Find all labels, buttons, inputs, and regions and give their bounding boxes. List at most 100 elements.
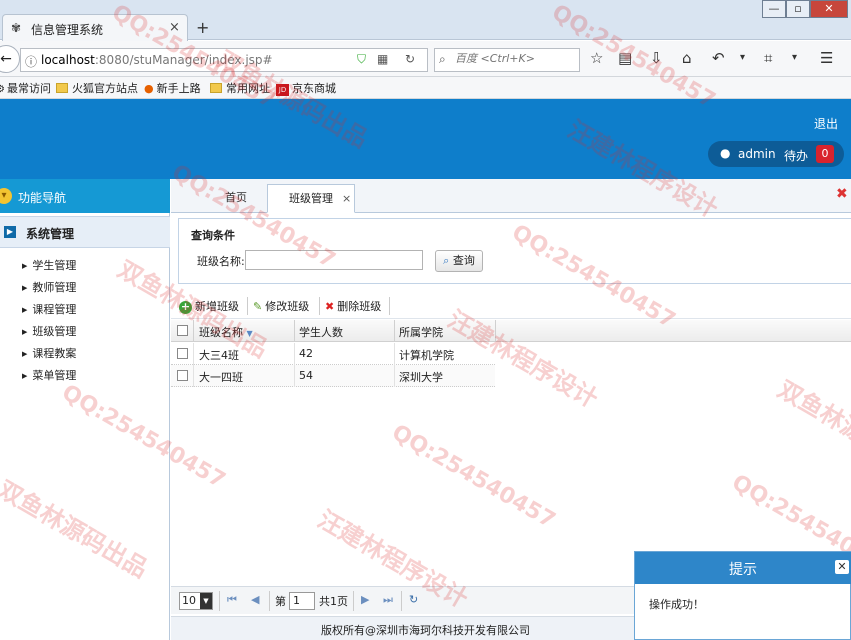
gear-icon: ⚙: [0, 84, 5, 95]
username: admin: [738, 147, 776, 161]
cell-college: 深圳大学: [399, 371, 443, 384]
folder-icon: [56, 83, 68, 93]
folder-icon: [210, 83, 222, 93]
undo-icon[interactable]: ↶: [712, 49, 725, 67]
qr-code-icon[interactable]: ▦: [377, 52, 388, 66]
triangle-icon: ▶: [22, 306, 28, 314]
dropdown-icon[interactable]: ▾: [740, 52, 745, 63]
column-divider: [294, 320, 295, 342]
browser-tab-title: 信息管理系统: [31, 23, 104, 37]
first-page-icon[interactable]: ⏮: [227, 593, 237, 607]
crop-icon[interactable]: ⌗: [764, 49, 772, 67]
edit-class-button[interactable]: ✎ 修改班级: [253, 298, 309, 314]
info-icon[interactable]: ⓘ: [25, 53, 37, 70]
grid-header: 班级名称 ▼ 学生人数 所属学院: [171, 320, 851, 342]
nav-item-students[interactable]: ▶ 学生管理: [22, 257, 76, 273]
nav-item-courses[interactable]: ▶ 课程管理: [22, 301, 76, 317]
jd-icon: JD: [276, 84, 289, 96]
column-header-class-name[interactable]: 班级名称 ▼: [199, 324, 253, 340]
bookmarks-bar: ⚙ 最常访问 火狐官方站点 ● 新手上路 常用网址 JD 京东商城: [0, 77, 851, 99]
chevron-down-icon: ▼: [200, 593, 212, 609]
close-icon[interactable]: ✕: [835, 560, 849, 574]
column-header-student-count[interactable]: 学生人数: [299, 324, 343, 340]
browser-titlebar: ✾ 信息管理系统 × + — ▫ ✕: [0, 0, 851, 41]
column-header-college[interactable]: 所属学院: [399, 324, 443, 340]
column-divider: [193, 343, 194, 365]
new-tab-button[interactable]: +: [196, 18, 209, 37]
table-row[interactable]: 大一四班 54 深圳大学: [171, 365, 495, 387]
table-row[interactable]: 大三4班 42 计算机学院: [171, 343, 495, 365]
pencil-icon: ✎: [253, 300, 263, 313]
page-number-input[interactable]: 1: [289, 592, 315, 610]
bookmark-getting-started[interactable]: ● 新手上路: [144, 80, 201, 96]
toast-title: 提示: [729, 562, 757, 578]
class-name-label: 班级名称:: [197, 255, 245, 268]
toast-dialog: 提示 ✕ 操作成功！: [634, 551, 851, 640]
delete-class-button[interactable]: ✖ 删除班级: [325, 298, 381, 314]
menu-icon[interactable]: ☰: [820, 49, 833, 67]
dropdown-icon[interactable]: ▾: [792, 52, 797, 63]
close-tab-icon[interactable]: ×: [169, 20, 180, 35]
column-divider: [394, 343, 395, 365]
maximize-button[interactable]: ▫: [786, 0, 810, 18]
todo-label[interactable]: 待办: [784, 147, 808, 164]
todo-badge[interactable]: 0: [816, 145, 834, 163]
last-page-icon[interactable]: ⏭: [383, 593, 393, 607]
logout-link[interactable]: 退出: [814, 115, 838, 132]
pager-separator: [219, 591, 220, 611]
nav-item-teachers[interactable]: ▶ 教师管理: [22, 279, 76, 295]
cell-college: 计算机学院: [399, 349, 454, 362]
search-box[interactable]: ⌕: [434, 48, 580, 72]
bookmark-star-icon[interactable]: ☆: [590, 49, 603, 67]
reload-icon[interactable]: ↻: [405, 52, 415, 66]
class-name-input[interactable]: [245, 250, 423, 270]
minimize-button[interactable]: —: [762, 0, 786, 18]
column-divider: [193, 365, 194, 387]
column-divider: [394, 320, 395, 342]
section-icon: ▶: [4, 226, 16, 238]
nav-item-menus[interactable]: ▶ 菜单管理: [22, 367, 76, 383]
nav-section-system[interactable]: ▶ 系统管理: [0, 216, 170, 248]
tab-class-management[interactable]: 班级管理 ×: [267, 184, 355, 213]
nav-item-lesson-plans[interactable]: ▶ 课程教案: [22, 345, 76, 361]
row-checkbox[interactable]: [177, 370, 188, 381]
bookmark-common-sites[interactable]: 常用网址: [210, 80, 270, 96]
nav-item-classes[interactable]: ▶ 班级管理: [22, 323, 76, 339]
bookmark-firefox-site[interactable]: 火狐官方站点: [56, 80, 138, 96]
add-class-button[interactable]: + 新增班级: [179, 298, 239, 314]
toast-message: 操作成功！: [649, 598, 704, 611]
shield-icon[interactable]: ⛉: [357, 52, 366, 67]
browser-tab[interactable]: ✾ 信息管理系统 ×: [2, 14, 188, 41]
nav-header: ▾ 功能导航: [0, 179, 170, 213]
close-panel-icon[interactable]: ✖: [836, 186, 848, 202]
cell-student-count: 42: [299, 347, 313, 360]
close-tab-icon[interactable]: ×: [342, 185, 351, 212]
prev-page-icon[interactable]: ◀: [251, 593, 259, 606]
app-header: 退出 ● admin 待办 0: [0, 99, 851, 179]
reading-list-icon[interactable]: ▤: [618, 49, 632, 67]
bookmark-jd[interactable]: JD 京东商城: [276, 80, 336, 96]
grid-toolbar: + 新增班级 ✎ 修改班级 ✖ 删除班级: [171, 293, 851, 319]
triangle-icon: ▶: [22, 262, 28, 270]
search-input[interactable]: [455, 52, 575, 65]
back-button[interactable]: ←: [0, 45, 20, 73]
search-icon: ⌕: [443, 254, 450, 267]
page-size-select[interactable]: 10 ▼: [179, 592, 213, 610]
query-title: 查询条件: [191, 229, 235, 242]
next-page-icon[interactable]: ▶: [361, 593, 369, 606]
row-checkbox[interactable]: [177, 348, 188, 359]
select-all-checkbox[interactable]: [177, 325, 188, 336]
refresh-icon[interactable]: ↻: [409, 593, 418, 606]
user-pill: ● admin 待办 0: [708, 141, 844, 167]
address-url: localhost:8080/stuManager/index.jsp#: [41, 53, 273, 67]
query-panel: 查询条件 班级名称: ⌕ 查询: [178, 218, 851, 284]
download-icon[interactable]: ⇩: [650, 49, 663, 67]
collapse-icon[interactable]: ▾: [0, 188, 12, 204]
bookmark-most-visited[interactable]: ⚙ 最常访问: [0, 80, 51, 96]
query-button[interactable]: ⌕ 查询: [435, 250, 483, 272]
address-bar[interactable]: ⓘ localhost:8080/stuManager/index.jsp# ⛉…: [20, 48, 428, 72]
window-close-button[interactable]: ✕: [810, 0, 848, 18]
search-icon: ⌕: [439, 52, 446, 66]
toolbar-separator: [247, 297, 248, 315]
home-icon[interactable]: ⌂: [682, 49, 692, 67]
